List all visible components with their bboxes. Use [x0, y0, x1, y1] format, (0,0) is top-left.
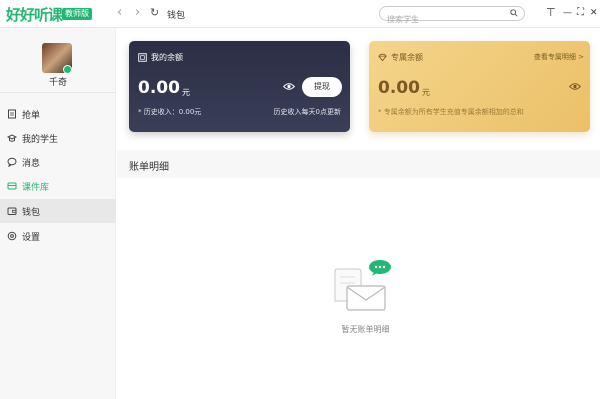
maximize-icon[interactable]: ⛶ — [577, 6, 584, 20]
settings-icon — [7, 231, 17, 241]
sidebar-item-label: 我的学生 — [22, 135, 59, 145]
refresh-button[interactable]: ↻ — [150, 6, 159, 20]
page-title: 钱包 — [167, 11, 186, 21]
search-input[interactable] — [380, 13, 500, 26]
title-bar: 好好听课 教师版 ‹ › ↻ 钱包 ⊤ — ⛶ ✕ — [0, 0, 600, 28]
eye-icon[interactable] — [569, 82, 581, 91]
history-income: * 历史收入：0.00元 — [138, 108, 202, 116]
forward-button[interactable]: › — [135, 6, 140, 20]
wallet-icon — [7, 207, 17, 215]
eye-icon[interactable] — [283, 82, 295, 91]
balance-unit: 元 — [182, 88, 190, 97]
sidebar-item-label: 钱包 — [22, 208, 41, 218]
close-icon[interactable]: ✕ — [590, 6, 598, 20]
view-exclusive-details-link[interactable]: 查看专属明细 > — [534, 52, 584, 62]
sidebar-item-grab-order[interactable]: 抢单 — [0, 102, 116, 126]
students-icon — [7, 134, 17, 142]
history-update-note: 历史收入每天0点更新 — [273, 108, 341, 116]
order-icon — [8, 109, 16, 119]
bill-title: 账单明细 — [129, 162, 169, 173]
exclusive-amount: 0.00 — [378, 78, 420, 98]
exclusive-unit: 元 — [422, 88, 430, 97]
wallet-page: 我的余额 0.00 元 提现 * 历史收入：0.00元 历史收入每天0点更新 专… — [117, 28, 600, 399]
sidebar-item-settings[interactable]: 设置 — [0, 224, 116, 248]
withdraw-button[interactable]: 提现 — [302, 77, 342, 97]
sidebar-item-label: 设置 — [22, 233, 41, 243]
username: 千奇 — [48, 78, 67, 88]
teacher-edition-badge: 教师版 — [62, 8, 92, 20]
my-balance-card: 我的余额 0.00 元 提现 * 历史收入：0.00元 历史收入每天0点更新 — [129, 41, 350, 132]
sidebar-item-label: 课件库 — [22, 183, 50, 193]
exclusive-balance-card: 专属余额 查看专属明细 > 0.00 元 * 专属余额为所有学生充值专属余额相加… — [369, 41, 590, 132]
minimize-icon[interactable]: — — [563, 6, 572, 20]
empty-mail-icon — [334, 260, 391, 311]
message-icon — [7, 157, 17, 167]
search-icon[interactable] — [510, 9, 518, 17]
sidebar-item-courseware[interactable]: 课件库 — [0, 174, 116, 198]
sidebar-item-wallet[interactable]: 钱包 — [0, 199, 116, 223]
courseware-icon — [7, 182, 17, 190]
diamond-icon — [378, 53, 387, 62]
search-box[interactable] — [379, 6, 525, 26]
app-window: 好好听课 教师版 ‹ › ↻ 钱包 ⊤ — ⛶ ✕ 千奇 — [0, 0, 600, 399]
sidebar-item-messages[interactable]: 消息 — [0, 150, 116, 174]
sidebar-item-label: 抢单 — [22, 111, 41, 121]
sidebar-item-label: 消息 — [22, 159, 41, 169]
exclusive-title: 专属余额 — [391, 53, 423, 62]
exclusive-note: * 专属余额为所有学生充值专属余额相加的总和 — [378, 108, 524, 116]
back-button[interactable]: ‹ — [117, 6, 122, 20]
balance-icon — [138, 53, 147, 62]
balance-title: 我的余额 — [151, 53, 183, 62]
verified-badge-icon — [63, 65, 72, 74]
app-logo: 好好听课 — [6, 6, 63, 24]
sidebar: 千奇 抢单 我的学生 消息 课件库 钱包 设置 — [0, 28, 116, 399]
sidebar-divider — [0, 92, 116, 93]
balance-amount: 0.00 — [138, 78, 180, 98]
sidebar-item-my-students[interactable]: 我的学生 — [0, 126, 116, 150]
pin-icon[interactable]: ⊤ — [546, 6, 556, 20]
bill-section-header: 账单明细 — [117, 150, 600, 178]
empty-bill-text: 暂无账单明细 — [341, 325, 390, 334]
